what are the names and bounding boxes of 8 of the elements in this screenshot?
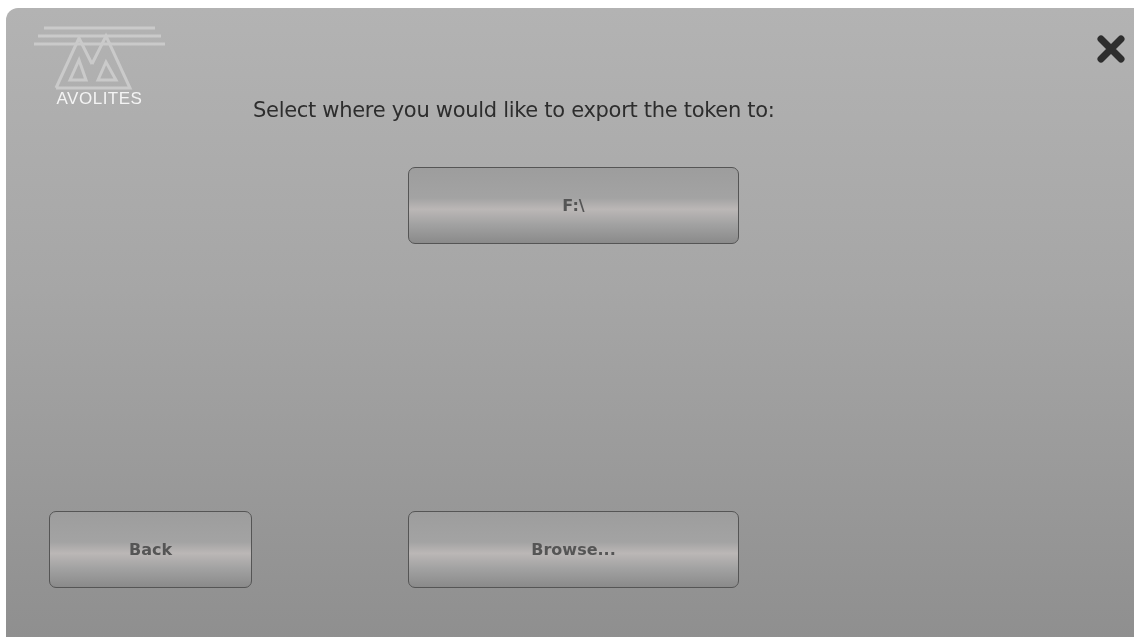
close-button[interactable]: [1096, 34, 1126, 64]
close-icon: [1096, 34, 1126, 64]
back-button[interactable]: Back: [49, 511, 252, 588]
dialog-title: Select where you would like to export the token to:: [253, 98, 776, 122]
logo-text: AVOLITES: [56, 90, 143, 108]
drive-button[interactable]: F:\: [408, 167, 739, 244]
logo-icon: [34, 24, 165, 90]
browse-button[interactable]: Browse...: [408, 511, 739, 588]
